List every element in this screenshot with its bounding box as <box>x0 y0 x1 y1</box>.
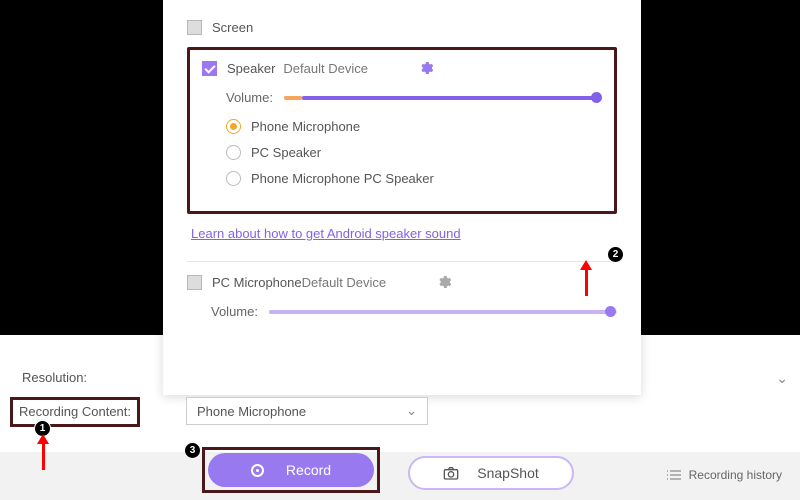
snapshot-button-label: SnapShot <box>477 465 539 481</box>
slider-thumb[interactable] <box>605 306 616 317</box>
volume-label: Volume: <box>211 304 269 319</box>
pc-mic-option[interactable]: PC Microphone Default Device <box>187 274 617 290</box>
history-label: Recording history <box>689 468 782 482</box>
callout-2: 2 <box>607 246 624 263</box>
screen-option[interactable]: Screen <box>187 20 617 35</box>
pc-mic-label: PC Microphone <box>212 275 302 290</box>
slider-start-segment <box>284 96 302 100</box>
help-link[interactable]: Learn about how to get Android speaker s… <box>191 226 461 241</box>
chevron-down-icon[interactable]: ⌄ <box>776 370 788 387</box>
speaker-option[interactable]: Speaker Default Device <box>202 60 602 76</box>
record-button[interactable]: Record <box>208 453 374 487</box>
radio-icon[interactable] <box>226 119 241 134</box>
speaker-label: Speaker <box>227 61 275 76</box>
radio-icon[interactable] <box>226 145 241 160</box>
gear-icon[interactable] <box>418 274 452 290</box>
speaker-checkbox[interactable] <box>202 61 217 76</box>
pc-mic-volume-slider[interactable] <box>269 310 617 314</box>
screen-checkbox[interactable] <box>187 20 202 35</box>
gear-icon[interactable] <box>400 60 434 76</box>
radio-icon[interactable] <box>226 171 241 186</box>
snapshot-button[interactable]: SnapShot <box>408 456 574 490</box>
camera-icon <box>443 466 459 480</box>
pc-mic-checkbox[interactable] <box>187 275 202 290</box>
screen-label: Screen <box>212 20 253 35</box>
slider-fill <box>269 310 610 314</box>
dropdown-value: Phone Microphone <box>197 404 306 419</box>
record-icon <box>251 464 264 477</box>
slider-thumb[interactable] <box>591 92 602 103</box>
radio-label: Phone Microphone <box>251 119 360 134</box>
record-button-label: Record <box>286 462 331 478</box>
recording-content-dropdown[interactable]: Phone Microphone ⌄ <box>186 397 428 425</box>
speaker-volume-row: Volume: <box>226 90 602 105</box>
divider <box>187 261 617 262</box>
speaker-volume-slider[interactable] <box>284 96 602 100</box>
recording-content-highlight: Recording Content: <box>10 397 140 427</box>
callout-3: 3 <box>184 442 201 459</box>
speaker-device: Default Device <box>283 61 368 76</box>
radio-phone-mic[interactable]: Phone Microphone <box>226 119 602 134</box>
pc-mic-volume-row: Volume: <box>211 304 617 319</box>
chevron-down-icon: ⌄ <box>406 403 417 419</box>
volume-label: Volume: <box>226 90 284 105</box>
slider-fill <box>302 96 596 100</box>
radio-label: Phone Microphone PC Speaker <box>251 171 434 186</box>
recording-history-link[interactable]: Recording history <box>667 468 782 482</box>
speaker-section-highlight: Speaker Default Device Volume: Phone Mic… <box>187 47 617 214</box>
record-button-highlight: Record <box>202 447 380 493</box>
speaker-source-options: Phone Microphone PC Speaker Phone Microp… <box>226 119 602 186</box>
radio-both[interactable]: Phone Microphone PC Speaker <box>226 171 602 186</box>
list-icon <box>667 469 681 481</box>
radio-pc-speaker[interactable]: PC Speaker <box>226 145 602 160</box>
radio-label: PC Speaker <box>251 145 321 160</box>
settings-panel: Screen Speaker Default Device Volume: Ph… <box>163 0 641 395</box>
resolution-label: Resolution: <box>22 370 87 385</box>
recording-content-label: Recording Content: <box>19 404 131 419</box>
pc-mic-device: Default Device <box>302 275 387 290</box>
